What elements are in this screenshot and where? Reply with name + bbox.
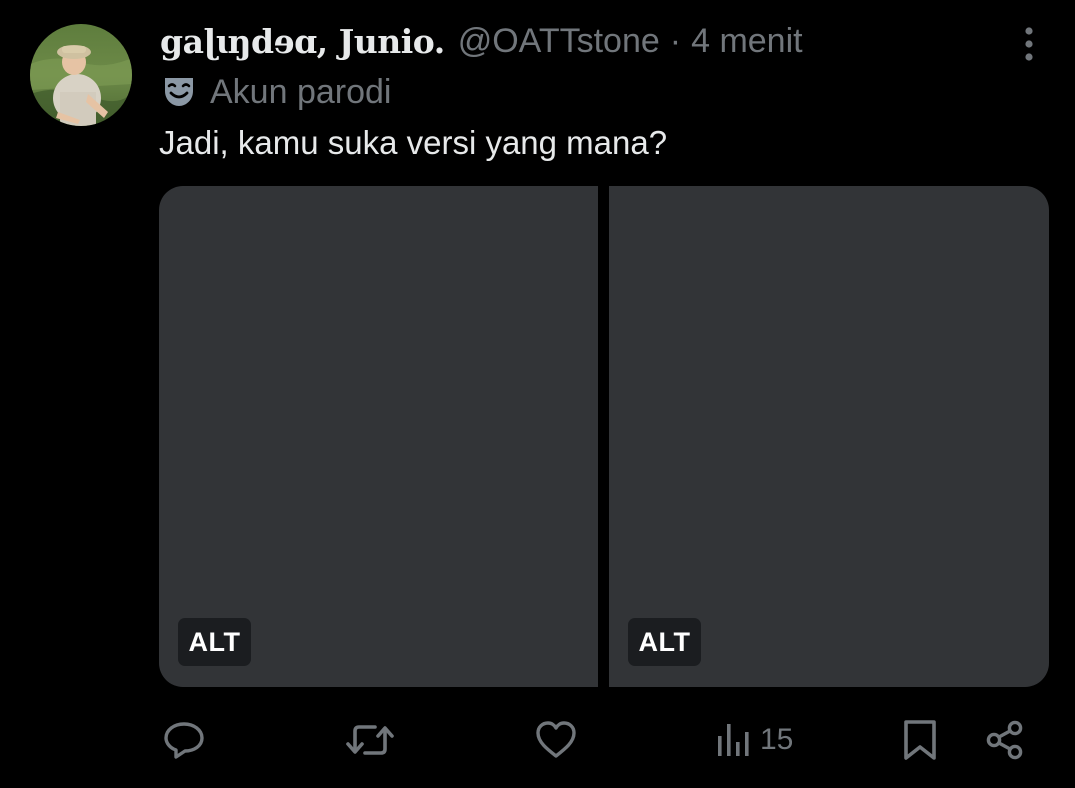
alt-badge[interactable]: ALT: [628, 618, 701, 666]
views-chart-icon: [718, 724, 749, 756]
avatar-photo: [30, 24, 132, 126]
alt-badge[interactable]: ALT: [178, 618, 251, 666]
bookmark-button[interactable]: [902, 714, 938, 766]
avatar[interactable]: [30, 24, 132, 126]
share-button[interactable]: [985, 714, 1025, 766]
tweet-text: Jadi, kamu suka versi yang mana?: [159, 124, 668, 161]
media-divider: [598, 186, 609, 687]
tweet-header: gaɭɩŋdɘɑ, Junio. @OATTstone · 4 menit: [160, 18, 803, 64]
share-icon: [986, 720, 1023, 760]
views-button[interactable]: 15: [716, 714, 793, 766]
media-image-1[interactable]: ALT: [159, 186, 598, 687]
separator-dot: ·: [669, 21, 682, 60]
more-vertical-icon: [1025, 27, 1033, 61]
parody-account-label: Akun parodi: [162, 70, 391, 114]
parody-label-text: Akun parodi: [210, 72, 392, 111]
bookmark-icon: [904, 720, 936, 760]
media-grid: ALT ALT: [159, 186, 1049, 687]
like-button[interactable]: [535, 714, 577, 766]
retweet-button[interactable]: [346, 714, 394, 766]
tweet-card: gaɭɩŋdɘɑ, Junio. @OATTstone · 4 menit Ak…: [0, 0, 1075, 788]
timestamp[interactable]: 4 menit: [691, 22, 803, 61]
media-image-2[interactable]: ALT: [609, 186, 1049, 687]
retweet-icon: [346, 725, 394, 755]
more-options-button[interactable]: [1014, 24, 1044, 64]
reply-button[interactable]: [162, 714, 206, 766]
username-handle[interactable]: @OATTstone: [458, 22, 660, 61]
display-name[interactable]: gaɭɩŋdɘɑ, Junio.: [160, 22, 445, 61]
heart-icon: [536, 721, 576, 758]
theater-mask-icon: [165, 78, 193, 106]
views-count: 15: [760, 723, 794, 756]
reply-icon: [164, 722, 204, 759]
